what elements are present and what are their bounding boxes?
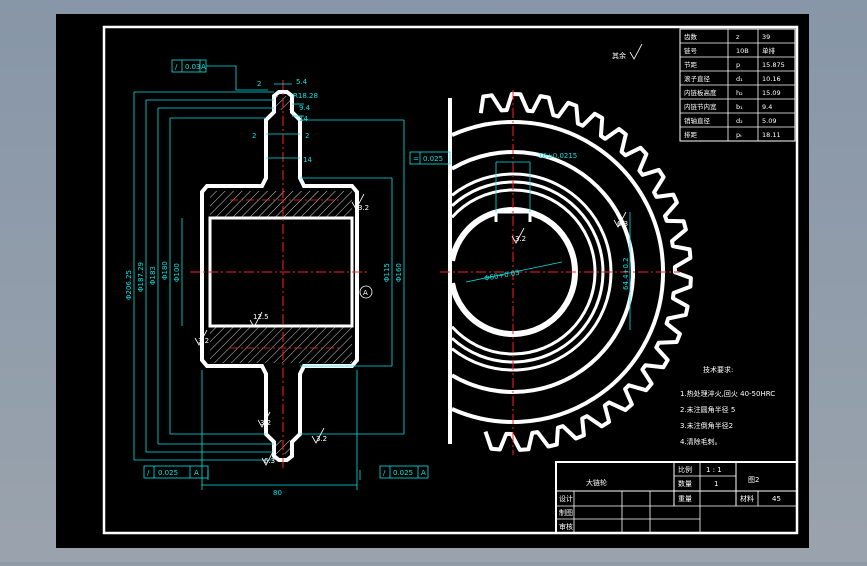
svg-text:Φ183: Φ183: [149, 266, 157, 285]
dim-d-187: Φ187.29: [137, 262, 145, 292]
svg-text:6.3: 6.3: [617, 220, 628, 228]
param-symbol: 10B: [736, 47, 749, 55]
svg-text:6.3: 6.3: [264, 457, 275, 465]
dim-d-outer: Φ206.25: [125, 270, 133, 300]
dim-width-80: 80: [273, 489, 282, 497]
svg-text:Φ100: Φ100: [173, 263, 181, 282]
hatch-bottom: [210, 327, 352, 363]
qty-value: 1: [714, 480, 718, 488]
svg-text:=: =: [413, 155, 419, 163]
param-name: 节距: [684, 61, 698, 69]
param-name: 齿数: [684, 32, 698, 41]
param-symbol: d₁: [736, 75, 743, 83]
svg-text:3.2: 3.2: [515, 235, 526, 243]
svg-text:3.2: 3.2: [358, 204, 369, 212]
tech-req-item: 2.未注圆角半径 5: [680, 405, 735, 414]
svg-text:3.2: 3.2: [316, 435, 327, 443]
svg-text:材料: 材料: [740, 494, 754, 503]
svg-text:A: A: [363, 289, 368, 297]
svg-text:3.2: 3.2: [260, 419, 271, 427]
material-value: 45: [772, 495, 781, 503]
part-name: 大链轮: [586, 478, 607, 487]
dim-r18: R18.28: [293, 92, 318, 100]
param-symbol: d₂: [736, 117, 743, 125]
param-symbol: pₜ: [736, 131, 742, 139]
param-value: 15.09: [762, 89, 781, 97]
tech-req-item: 4.清除毛刺。: [680, 437, 722, 446]
svg-text:2: 2: [252, 132, 256, 140]
svg-text:2: 2: [305, 132, 309, 140]
svg-text:审核: 审核: [559, 522, 573, 531]
key-depth: 64.4+0.2: [622, 257, 630, 290]
svg-text:重量: 重量: [678, 495, 692, 503]
svg-text:2: 2: [257, 80, 261, 88]
param-table: 齿数 z 39 链号 10B 单排节距 p 15.875 滚子直径 d₁ 10.16 内链板高度 h₂ 1…: [679, 28, 796, 142]
keyway-symmetry: 0.025: [423, 155, 443, 163]
scale-value: 1 : 1: [706, 466, 722, 474]
param-symbol: h₂: [736, 89, 743, 97]
svg-text:14: 14: [299, 115, 308, 123]
dim-top-5-4: 5.4: [296, 78, 308, 86]
param-symbol: p: [736, 61, 740, 69]
runout-left: 0.025: [158, 469, 178, 477]
svg-text:Φ160: Φ160: [395, 263, 403, 282]
svg-text:设计: 设计: [559, 494, 573, 503]
drawing-no: 图2: [748, 476, 759, 484]
svg-text:9.4: 9.4: [299, 104, 311, 112]
runout-right: 0.025: [393, 469, 413, 477]
param-symbol: z: [736, 33, 740, 41]
cad-viewport: / 0.03 A / 0.025 A / 0.025 A A 5.4 R18.2…: [0, 0, 867, 562]
svg-text:3.2: 3.2: [198, 337, 209, 345]
cad-drawing: / 0.03 A / 0.025 A / 0.025 A A 5.4 R18.2…: [56, 14, 809, 548]
param-name: 内链节内宽: [684, 102, 717, 111]
param-value: 9.4: [762, 103, 772, 111]
param-value: 单排: [762, 46, 776, 55]
param-value: 10.16: [762, 75, 781, 83]
svg-text:制图: 制图: [559, 508, 573, 517]
svg-text:Φ115: Φ115: [383, 263, 391, 282]
roughness-note: 其余: [612, 51, 626, 60]
svg-text:14: 14: [303, 156, 312, 164]
svg-text:数量: 数量: [678, 479, 692, 488]
svg-text:比例: 比例: [678, 465, 692, 474]
param-name: 滚子直径: [684, 74, 711, 83]
svg-text:Φ180: Φ180: [161, 261, 169, 280]
param-name: 链号: [684, 46, 698, 55]
svg-text:A: A: [201, 63, 206, 71]
param-name: 销轴直径: [684, 116, 711, 125]
hatch-top: [210, 191, 352, 217]
svg-text:A: A: [421, 469, 426, 477]
param-value: 39: [762, 33, 770, 41]
param-name: 排距: [684, 130, 698, 139]
tech-req-title: 技术要求:: [703, 365, 733, 374]
param-value: 5.09: [762, 117, 776, 125]
keyway-width: 16±0.0215: [538, 152, 577, 160]
param-value: 18.11: [762, 131, 781, 139]
param-value: 15.875: [762, 61, 785, 69]
svg-text:12.5: 12.5: [253, 313, 269, 321]
svg-text:A: A: [194, 469, 199, 477]
tech-req-item: 1.热处理淬火,回火 40-50HRC: [680, 389, 775, 398]
param-name: 内链板高度: [684, 88, 717, 97]
runout-top: 0.03: [185, 63, 201, 71]
tech-req-item: 3.未注倒角半径2: [680, 421, 733, 430]
param-symbol: b₁: [736, 103, 743, 111]
